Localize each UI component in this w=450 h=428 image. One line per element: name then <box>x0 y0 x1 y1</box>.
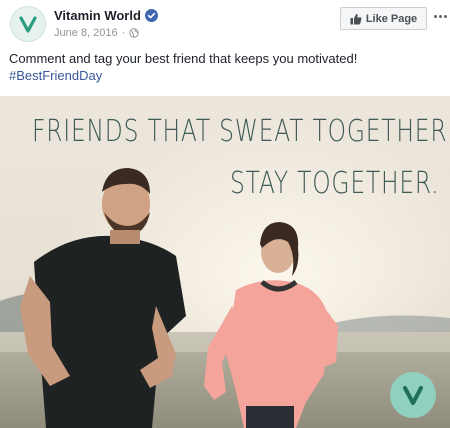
image-headline-line1: FRIENDS THAT SWEAT TOGETHER <box>32 114 448 149</box>
like-page-label: Like Page <box>365 12 418 25</box>
verified-badge-icon <box>144 9 158 22</box>
post-date[interactable]: June 8, 2016 <box>54 27 118 39</box>
page-name[interactable]: Vitamin World <box>54 8 158 23</box>
globe-icon <box>129 28 139 38</box>
hashtag-link[interactable]: #BestFriendDay <box>9 67 441 84</box>
post-image[interactable]: FRIENDS THAT SWEAT TOGETHER STAY TOGETHE… <box>0 96 450 428</box>
thumbs-up-icon <box>350 13 362 24</box>
page-name-text[interactable]: Vitamin World <box>54 8 141 23</box>
vitamin-world-logo-icon <box>390 372 436 418</box>
more-options-icon[interactable] <box>431 10 449 22</box>
post-meta: June 8, 2016 · <box>54 27 139 39</box>
caption-text: Comment and tag your best friend that ke… <box>9 51 358 66</box>
facebook-post: Vitamin World June 8, 2016 · Like Page C… <box>0 0 450 428</box>
post-caption: Comment and tag your best friend that ke… <box>9 50 441 84</box>
like-page-button[interactable]: Like Page <box>340 7 427 30</box>
image-headline-line2: STAY TOGETHER. <box>230 166 440 201</box>
vitamin-world-logo-icon <box>19 16 37 33</box>
meta-separator: · <box>121 27 126 39</box>
post-header: Vitamin World June 8, 2016 · Like Page <box>0 0 450 46</box>
page-avatar[interactable] <box>10 6 46 42</box>
